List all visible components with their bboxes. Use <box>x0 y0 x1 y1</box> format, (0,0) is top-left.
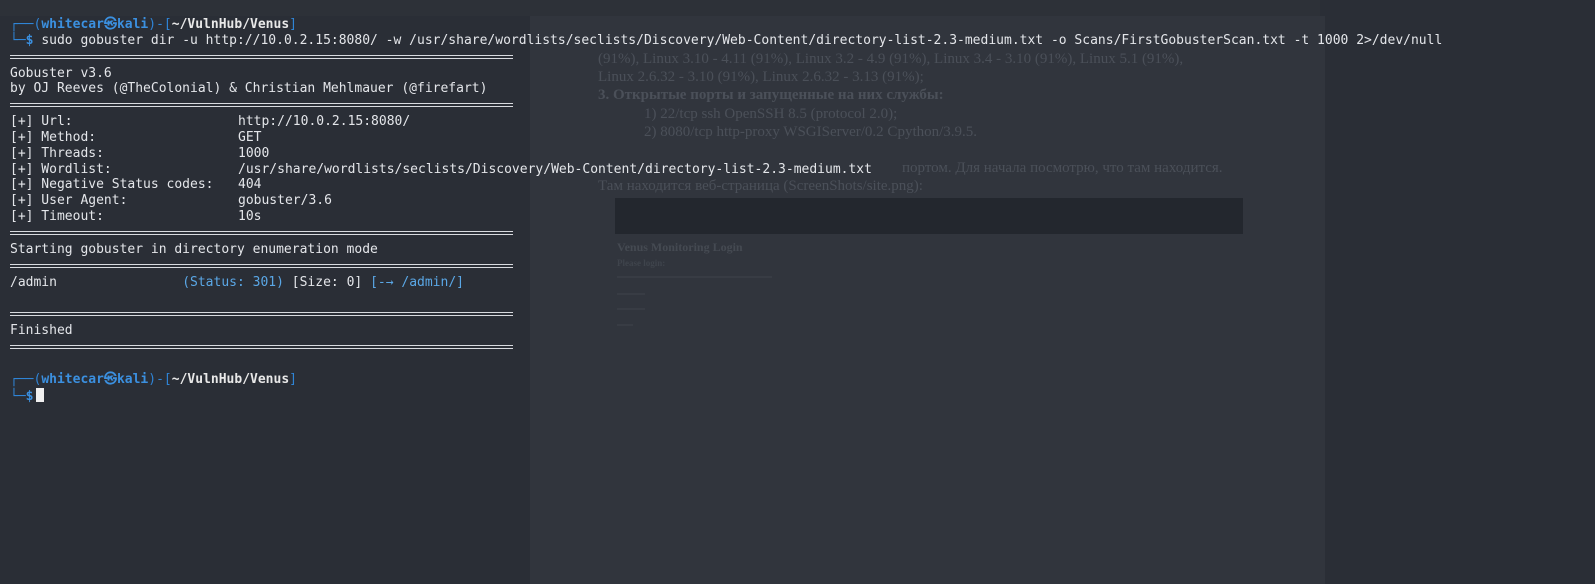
separator <box>10 312 513 317</box>
prompt-user: whitecar <box>41 17 104 32</box>
command-text: sudo gobuster dir -u http://10.0.2.15:80… <box>41 32 1443 48</box>
prompt-user: whitecar <box>41 371 104 387</box>
prompt-at-symbol: ㉿ <box>103 17 117 32</box>
separator <box>10 103 513 108</box>
prompt-path: ~/VulnHub/Venus <box>171 371 290 387</box>
setting-key: [+] Url: <box>10 114 73 130</box>
command-line: └─$ sudo gobuster dir -u http://10.0.2.1… <box>10 32 1443 48</box>
prompt-dollar: $ <box>25 32 34 48</box>
result-redirect: [-→ /admin/] <box>370 274 464 290</box>
result-status: (Status: 301) <box>182 274 284 290</box>
setting-url: [+] Url: http://10.0.2.15:8080/ <box>10 114 1570 130</box>
prompt-path: ~/VulnHub/Venus <box>171 17 290 32</box>
prompt-at-symbol: ㉿ <box>103 371 117 387</box>
setting-negative-status: [+] Negative Status codes: 404 <box>10 177 1570 193</box>
result-path: /admin <box>10 274 57 290</box>
prompt-line: ┌──(whitecar㉿kali)-[~/VulnHub/Venus] <box>10 371 297 387</box>
setting-value: gobuster/3.6 <box>238 193 332 209</box>
setting-key: [+] User Agent: <box>10 193 128 209</box>
banner-version: Gobuster v3.6 <box>10 65 112 81</box>
prompt-line: ┌──(whitecar㉿kali)-[~/VulnHub/Venus] <box>10 17 297 32</box>
terminal-cursor[interactable] <box>36 387 45 402</box>
terminal-output[interactable]: ┌──(whitecar㉿kali)-[~/VulnHub/Venus] └─$… <box>10 17 1570 404</box>
separator <box>10 263 513 268</box>
setting-value: /usr/share/wordlists/seclists/Discovery/… <box>238 161 872 177</box>
separator <box>10 54 513 59</box>
setting-user-agent: [+] User Agent: gobuster/3.6 <box>10 193 1570 209</box>
separator <box>10 344 513 349</box>
active-command-line[interactable]: └─$ <box>10 387 1570 404</box>
setting-value: 10s <box>238 208 262 224</box>
setting-value: http://10.0.2.15:8080/ <box>238 114 411 130</box>
setting-key: [+] Wordlist: <box>10 161 112 177</box>
setting-key: [+] Method: <box>10 129 97 145</box>
setting-key: [+] Timeout: <box>10 208 104 224</box>
setting-wordlist: [+] Wordlist: /usr/share/wordlists/seclis… <box>10 162 1570 178</box>
background-toolbar <box>0 0 1320 16</box>
setting-method: [+] Method: GET <box>10 130 1570 146</box>
separator <box>10 230 513 235</box>
banner-authors: by OJ Reeves (@TheColonial) & Christian … <box>10 81 488 97</box>
setting-timeout: [+] Timeout: 10s <box>10 209 1570 225</box>
setting-value: 404 <box>238 177 262 193</box>
prompt-host: kali <box>116 17 149 32</box>
prompt-dollar: $ <box>25 388 34 404</box>
setting-value: 1000 <box>238 145 270 161</box>
setting-threads: [+] Threads: 1000 <box>10 146 1570 162</box>
setting-key: [+] Threads: <box>10 145 104 161</box>
finished-message: Finished <box>10 323 73 339</box>
prompt-host: kali <box>116 371 149 387</box>
start-message: Starting gobuster in directory enumerati… <box>10 241 378 257</box>
result-line: /admin (Status: 301) [Size: 0] [-→ /admi… <box>10 275 1570 291</box>
setting-value: GET <box>238 129 262 145</box>
setting-key: [+] Negative Status codes: <box>10 177 214 193</box>
result-size: [Size: 0] <box>291 274 363 290</box>
